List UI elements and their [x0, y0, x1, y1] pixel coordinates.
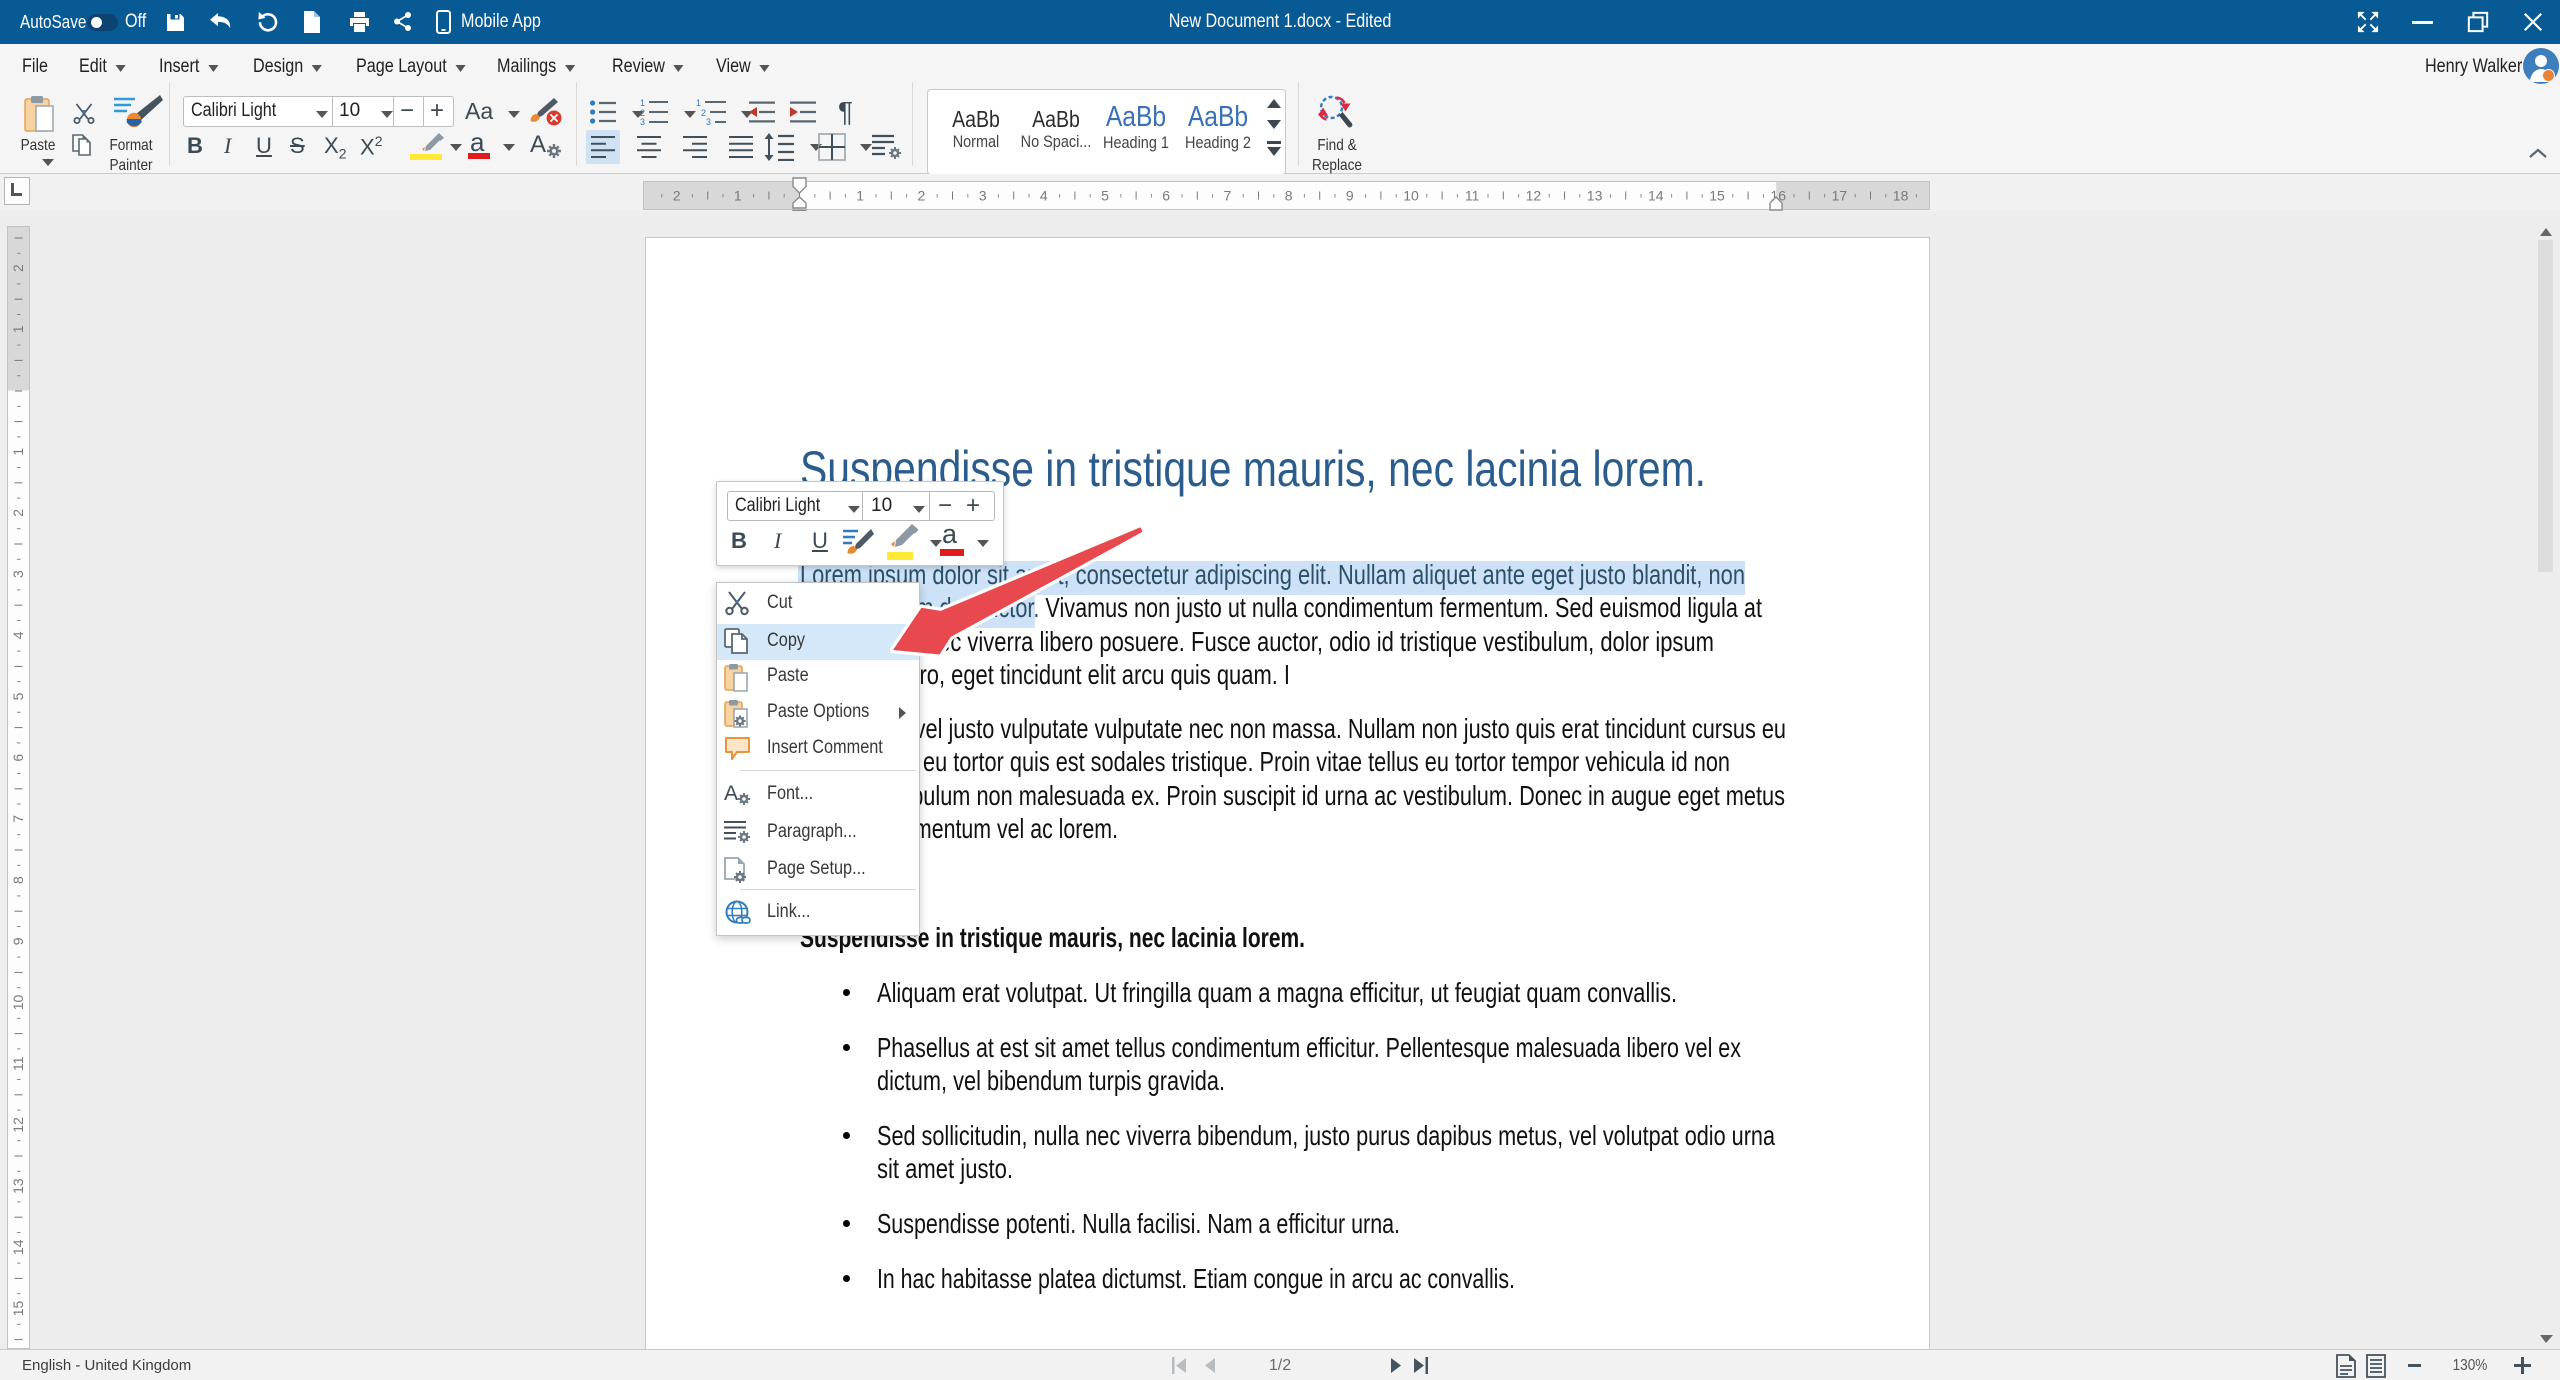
svg-text:1: 1: [856, 188, 864, 204]
svg-text:5: 5: [10, 692, 26, 700]
svg-text:10: 10: [10, 995, 26, 1011]
svg-text:14: 14: [10, 1239, 26, 1255]
svg-text:14: 14: [1648, 188, 1664, 204]
svg-text:10: 10: [1403, 188, 1419, 204]
svg-text:2: 2: [673, 188, 681, 204]
svg-text:11: 11: [1465, 188, 1480, 204]
svg-text:15: 15: [10, 1301, 26, 1317]
svg-text:1: 1: [640, 98, 645, 108]
svg-text:9: 9: [10, 937, 26, 945]
svg-text:9: 9: [1346, 188, 1354, 204]
svg-text:A: A: [724, 782, 738, 805]
svg-text:7: 7: [1224, 188, 1232, 204]
svg-text:13: 13: [1587, 188, 1603, 204]
svg-text:5: 5: [1101, 188, 1109, 204]
svg-text:3: 3: [640, 117, 645, 126]
svg-text:A: A: [530, 131, 546, 158]
svg-text:2: 2: [10, 509, 26, 517]
svg-text:7: 7: [10, 815, 26, 823]
svg-text:15: 15: [1709, 188, 1725, 204]
svg-text:17: 17: [1832, 188, 1848, 204]
svg-text:4: 4: [1040, 188, 1048, 204]
svg-text:18: 18: [1893, 188, 1909, 204]
svg-text:8: 8: [1285, 188, 1293, 204]
svg-text:3: 3: [706, 117, 711, 126]
svg-text:4: 4: [10, 631, 26, 639]
svg-text:2: 2: [10, 264, 26, 272]
svg-text:1: 1: [10, 448, 26, 456]
svg-text:1: 1: [10, 325, 26, 333]
svg-text:1: 1: [696, 98, 701, 108]
svg-text:3: 3: [979, 188, 987, 204]
svg-text:2: 2: [918, 188, 926, 204]
svg-text:6: 6: [1162, 188, 1170, 204]
svg-text:13: 13: [10, 1178, 26, 1194]
svg-text:11: 11: [10, 1056, 26, 1071]
svg-text:3: 3: [10, 570, 26, 578]
svg-text:6: 6: [10, 754, 26, 762]
svg-text:8: 8: [10, 876, 26, 884]
svg-text:12: 12: [10, 1117, 26, 1133]
svg-text:12: 12: [1526, 188, 1542, 204]
svg-text:1: 1: [734, 188, 742, 204]
